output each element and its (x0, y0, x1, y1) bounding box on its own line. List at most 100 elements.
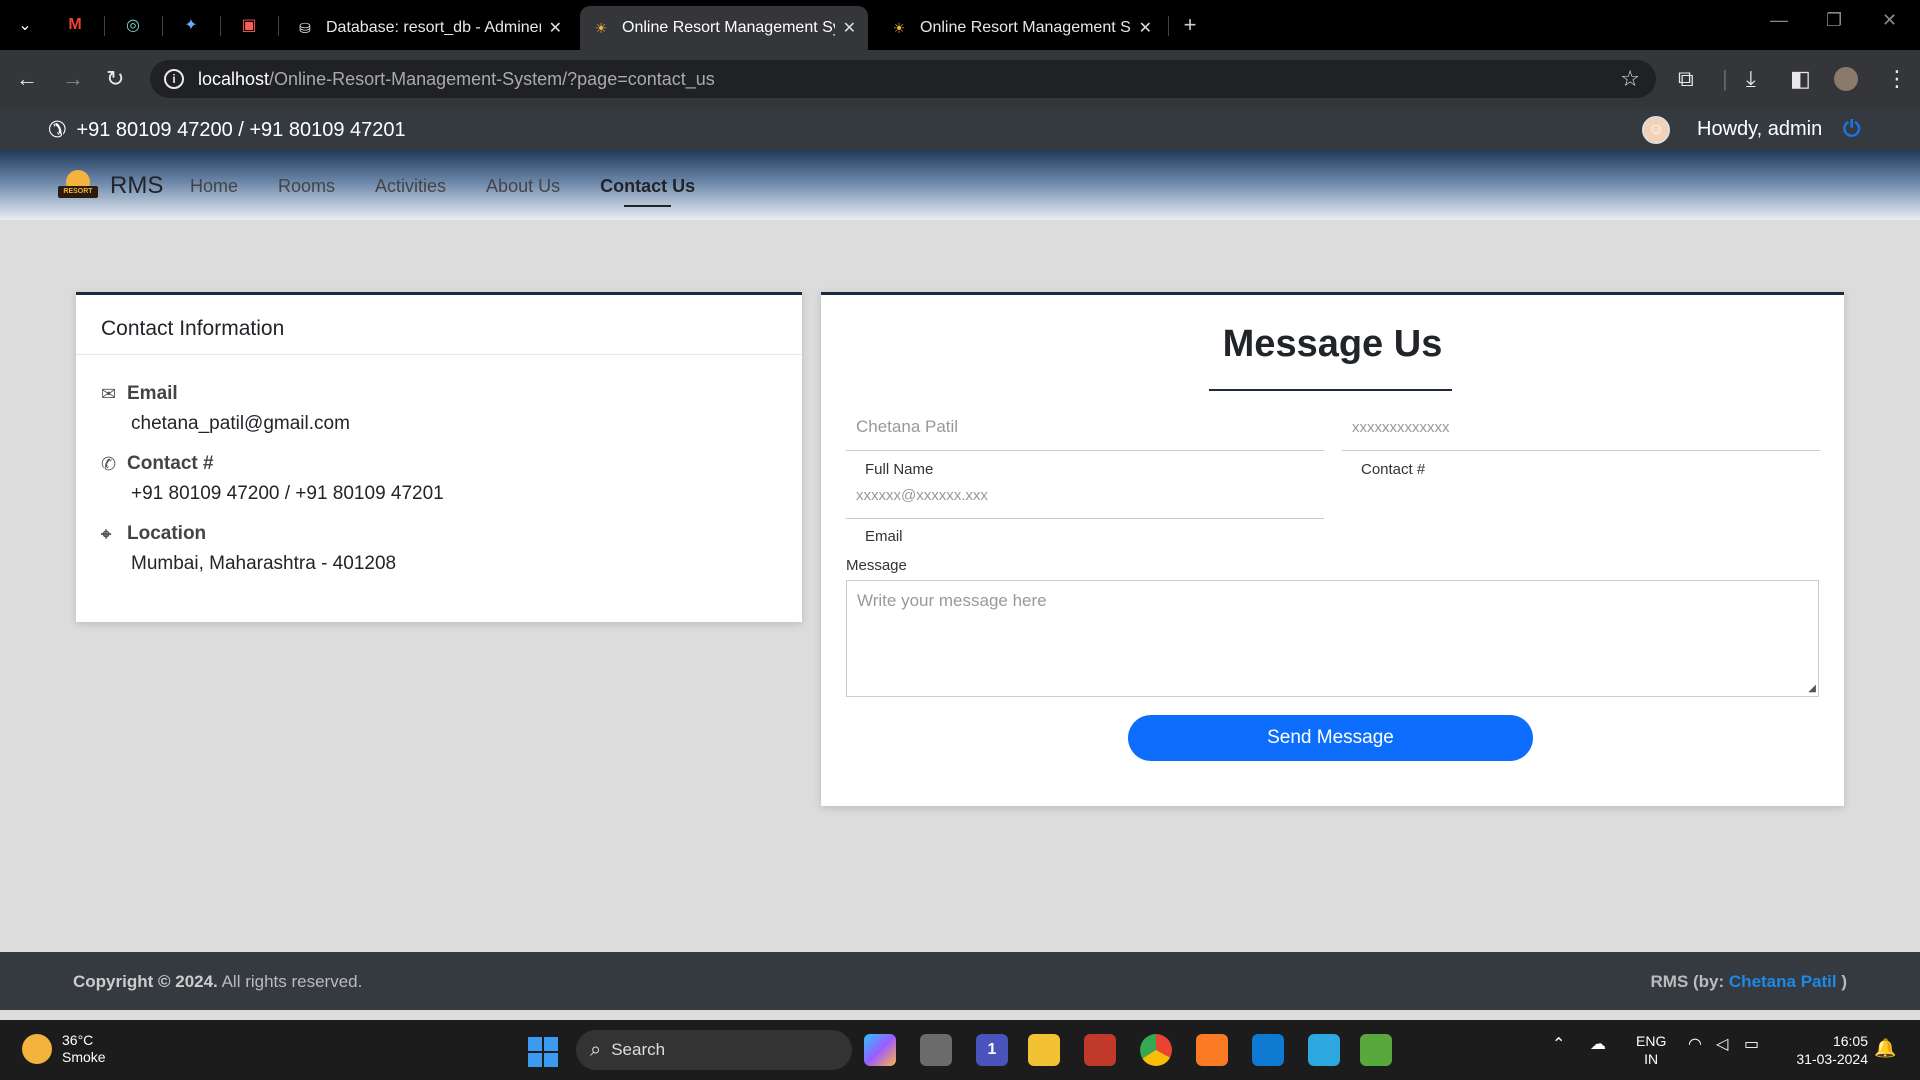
message-us-card: Message Us Chetana Patil Full Name xxxxx… (821, 292, 1844, 806)
wifi-icon[interactable]: ◠ (1688, 1034, 1702, 1054)
notification-bell-icon[interactable]: 🔔 (1874, 1038, 1896, 1059)
back-arrow-icon[interactable]: ← (16, 66, 38, 92)
site-footer: Copyright © 2024. All rights reserved. R… (0, 952, 1920, 1010)
contact-email-item: ✉ Email chetana_patil@gmail.com (101, 383, 350, 435)
toolbar-divider: | (1722, 66, 1728, 91)
tab-title: Database: resort_db - Adminer (326, 19, 541, 36)
contact-card-header: Contact Information (76, 295, 802, 355)
address-bar[interactable]: i localhost/Online-Resort-Management-Sys… (150, 60, 1656, 98)
resize-grip-icon[interactable]: ◢ (1808, 683, 1816, 694)
task-view-icon[interactable] (920, 1034, 952, 1066)
chatgpt-tab-icon[interactable]: ◎ (118, 10, 148, 40)
resort-logo[interactable]: RESORT (58, 164, 98, 204)
contact-number-label: Contact # (1361, 461, 1426, 478)
battery-icon[interactable]: ▭ (1744, 1034, 1759, 1054)
contact-value: +91 80109 47200 / +91 80109 47201 (131, 483, 444, 504)
reload-icon[interactable]: ↻ (106, 66, 124, 92)
site-info-icon[interactable]: i (164, 69, 184, 89)
contact-number-input[interactable]: xxxxxxxxxxxxx (1342, 419, 1820, 451)
tab-divider (162, 16, 163, 36)
nav-home[interactable]: Home (190, 176, 238, 197)
lang-primary: ENG (1636, 1033, 1667, 1049)
restore-icon[interactable]: ❐ (1826, 10, 1842, 31)
email-field-label: Email (865, 528, 903, 545)
chrome-app-icon[interactable] (1140, 1034, 1172, 1066)
nav-rooms[interactable]: Rooms (278, 176, 335, 197)
resort-favicon-icon: ☀ (892, 19, 906, 36)
volume-icon[interactable]: ◁ (1716, 1034, 1728, 1054)
close-tab-icon[interactable]: ✕ (843, 18, 856, 38)
nav-about-us[interactable]: About Us (486, 176, 560, 197)
browser-menu-icon[interactable]: ⋮ (1886, 66, 1908, 92)
extensions-icon[interactable]: ⧉ (1678, 66, 1694, 92)
tab-adminer[interactable]: ⛁ Database: resort_db - Adminer ✕ (284, 6, 574, 50)
new-tab-icon[interactable]: + (1178, 10, 1202, 40)
image-editor-app-icon[interactable] (1360, 1034, 1392, 1066)
site-navbar: RESORT RMS Home Rooms Activities About U… (0, 150, 1920, 220)
close-tab-icon[interactable]: ✕ (1139, 18, 1152, 38)
weather-sun-icon (22, 1034, 52, 1064)
gemini-tab-icon[interactable]: ✦ (176, 10, 206, 40)
author-link[interactable]: Chetana Patil (1729, 972, 1837, 991)
vscode-app-icon[interactable] (1252, 1034, 1284, 1066)
send-message-button[interactable]: Send Message (1128, 715, 1533, 761)
windows-start-icon[interactable] (528, 1037, 558, 1067)
weather-condition: Smoke (62, 1049, 106, 1065)
teams-badge: 1 (987, 1041, 997, 1058)
tray-chevron-up-icon[interactable]: ⌃ (1552, 1034, 1565, 1054)
brand-name[interactable]: RMS (110, 172, 163, 200)
full-name-input[interactable]: Chetana Patil (846, 417, 1324, 451)
message-textarea[interactable]: Write your message here ◢ (846, 580, 1819, 697)
close-window-icon[interactable]: ✕ (1882, 10, 1897, 31)
title-underline (1209, 389, 1452, 391)
map-location-icon: ⌖ (101, 523, 112, 544)
nav-contact-us[interactable]: Contact Us (600, 176, 695, 207)
file-explorer-icon[interactable] (1028, 1034, 1060, 1066)
taskbar-search-label: Search (611, 1040, 666, 1059)
input-language[interactable]: ENG IN (1636, 1032, 1666, 1068)
tab-divider (278, 16, 279, 36)
temperature: 36°C (62, 1032, 94, 1048)
full-name-label: Full Name (865, 461, 934, 478)
nav-links: Home Rooms Activities About Us Contact U… (190, 176, 695, 207)
xampp-app-icon[interactable] (1196, 1034, 1228, 1066)
gmail-tab-icon[interactable]: M (60, 10, 90, 40)
email-value: chetana_patil@gmail.com (131, 413, 350, 434)
teams-app-icon[interactable]: 1 (976, 1034, 1008, 1066)
taskbar-search[interactable]: ⌕ Search (576, 1030, 852, 1070)
lang-region: IN (1644, 1051, 1659, 1067)
profile-avatar[interactable] (1834, 67, 1858, 91)
nav-activities[interactable]: Activities (375, 176, 446, 197)
minimize-icon[interactable]: — (1770, 10, 1788, 31)
clock-time: 16:05 (1832, 1033, 1868, 1049)
pinned-tab-icon[interactable]: ▣ (234, 10, 264, 40)
windows-taskbar: 36°C Smoke ⌕ Search 1 ⌃ ☁ ENG IN ◠ ◁ ▭ 1… (0, 1020, 1920, 1080)
onedrive-cloud-icon[interactable]: ☁ (1590, 1034, 1606, 1054)
envelope-icon: ✉ (101, 383, 117, 404)
tab-resort-active[interactable]: ☀ Online Resort Management Sys ✕ (580, 6, 868, 50)
credit-prefix: RMS (by: (1650, 972, 1729, 991)
side-panel-icon[interactable]: ◧ (1790, 66, 1811, 92)
tab-divider (1168, 16, 1169, 36)
top-phone: ✆ +91 80109 47200 / +91 80109 47201 (48, 117, 406, 143)
weather-widget[interactable]: 36°C Smoke (22, 1032, 106, 1066)
tab-title: Online Resort Management Sys (920, 19, 1131, 36)
user-greeting[interactable]: Howdy, admin (1697, 118, 1822, 141)
close-tab-icon[interactable]: ✕ (549, 18, 562, 38)
user-avatar[interactable]: ☺ (1642, 116, 1670, 144)
email-input[interactable]: xxxxxx@xxxxxx.xxx (846, 487, 1324, 519)
snipping-tool-icon[interactable] (1084, 1034, 1116, 1066)
taskbar-clock[interactable]: 16:05 31-03-2024 (1786, 1032, 1868, 1068)
contact-information-card: Contact Information ✉ Email chetana_patil… (76, 292, 802, 622)
download-icon[interactable]: ⤓ (1746, 66, 1756, 92)
forward-arrow-icon[interactable]: → (62, 66, 84, 92)
site-top-bar: ✆ +91 80109 47200 / +91 80109 47201 ☺ Ho… (0, 108, 1920, 150)
bookmark-star-icon[interactable]: ☆ (1620, 66, 1640, 92)
phone-icon: ✆ (101, 453, 117, 474)
tab-resort[interactable]: ☀ Online Resort Management Sys ✕ (878, 6, 1164, 50)
copilot-app-icon[interactable] (864, 1034, 896, 1066)
logout-power-icon[interactable]: ⏻ (1843, 116, 1860, 142)
notepad-app-icon[interactable] (1308, 1034, 1340, 1066)
tab-search-chevron-icon[interactable]: ⌄ (10, 10, 40, 40)
tab-title: Online Resort Management Sys (622, 19, 835, 36)
